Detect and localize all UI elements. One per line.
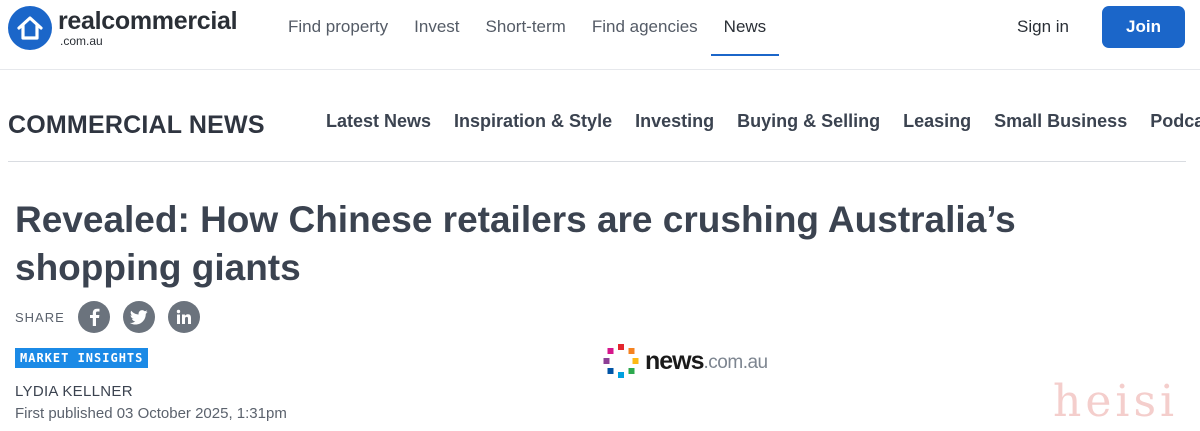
logo-domain: .com.au bbox=[60, 34, 103, 48]
nav-find-property[interactable]: Find property bbox=[288, 0, 388, 56]
subnav-leasing[interactable]: Leasing bbox=[903, 111, 971, 132]
share-bar: SHARE bbox=[15, 301, 213, 333]
subnav-investing[interactable]: Investing bbox=[635, 111, 714, 132]
site-logo[interactable]: realcommercial .com.au bbox=[8, 6, 238, 50]
source-wordmark: news bbox=[645, 346, 705, 375]
join-button[interactable]: Join bbox=[1102, 6, 1185, 48]
site-header: realcommercial .com.au Find property Inv… bbox=[0, 0, 1200, 70]
subnav-latest-news[interactable]: Latest News bbox=[326, 111, 431, 132]
linkedin-icon[interactable] bbox=[167, 301, 200, 333]
facebook-icon[interactable] bbox=[77, 301, 110, 333]
house-icon bbox=[8, 6, 52, 50]
logo-wordmark: realcommercial bbox=[58, 7, 238, 35]
section-title[interactable]: COMMERCIAL NEWS bbox=[8, 111, 265, 140]
nav-invest[interactable]: Invest bbox=[414, 0, 459, 56]
nav-short-term[interactable]: Short-term bbox=[486, 0, 566, 56]
section-divider bbox=[8, 161, 1186, 162]
subnav-podcast[interactable]: Podcast bbox=[1150, 111, 1200, 132]
category-tag[interactable]: MARKET INSIGHTS bbox=[15, 348, 149, 368]
article-headline: Revealed: How Chinese retailers are crus… bbox=[15, 199, 1016, 288]
nav-news[interactable]: News bbox=[710, 0, 780, 56]
twitter-icon[interactable] bbox=[122, 301, 155, 333]
watermark-text: heisi bbox=[1053, 376, 1179, 427]
share-label: SHARE bbox=[15, 309, 65, 325]
article-author: LYDIA KELLNER bbox=[15, 383, 133, 400]
main-nav: Find property Invest Short-term Find age… bbox=[288, 0, 780, 56]
subnav-inspiration-style[interactable]: Inspiration & Style bbox=[454, 111, 612, 132]
sign-in-link[interactable]: Sign in bbox=[1017, 17, 1069, 37]
subnav-buying-selling[interactable]: Buying & Selling bbox=[737, 111, 880, 132]
publish-date: First published 03 October 2025, 1:31pm bbox=[15, 405, 287, 422]
nav-find-agencies[interactable]: Find agencies bbox=[592, 0, 698, 56]
section-nav: Latest News Inspiration & Style Investin… bbox=[326, 111, 1200, 132]
source-domain: .com.au bbox=[703, 351, 769, 373]
subnav-small-business[interactable]: Small Business bbox=[994, 111, 1127, 132]
news-com-au-logo: news .com.au bbox=[603, 343, 768, 379]
news-dots-icon bbox=[603, 344, 639, 378]
